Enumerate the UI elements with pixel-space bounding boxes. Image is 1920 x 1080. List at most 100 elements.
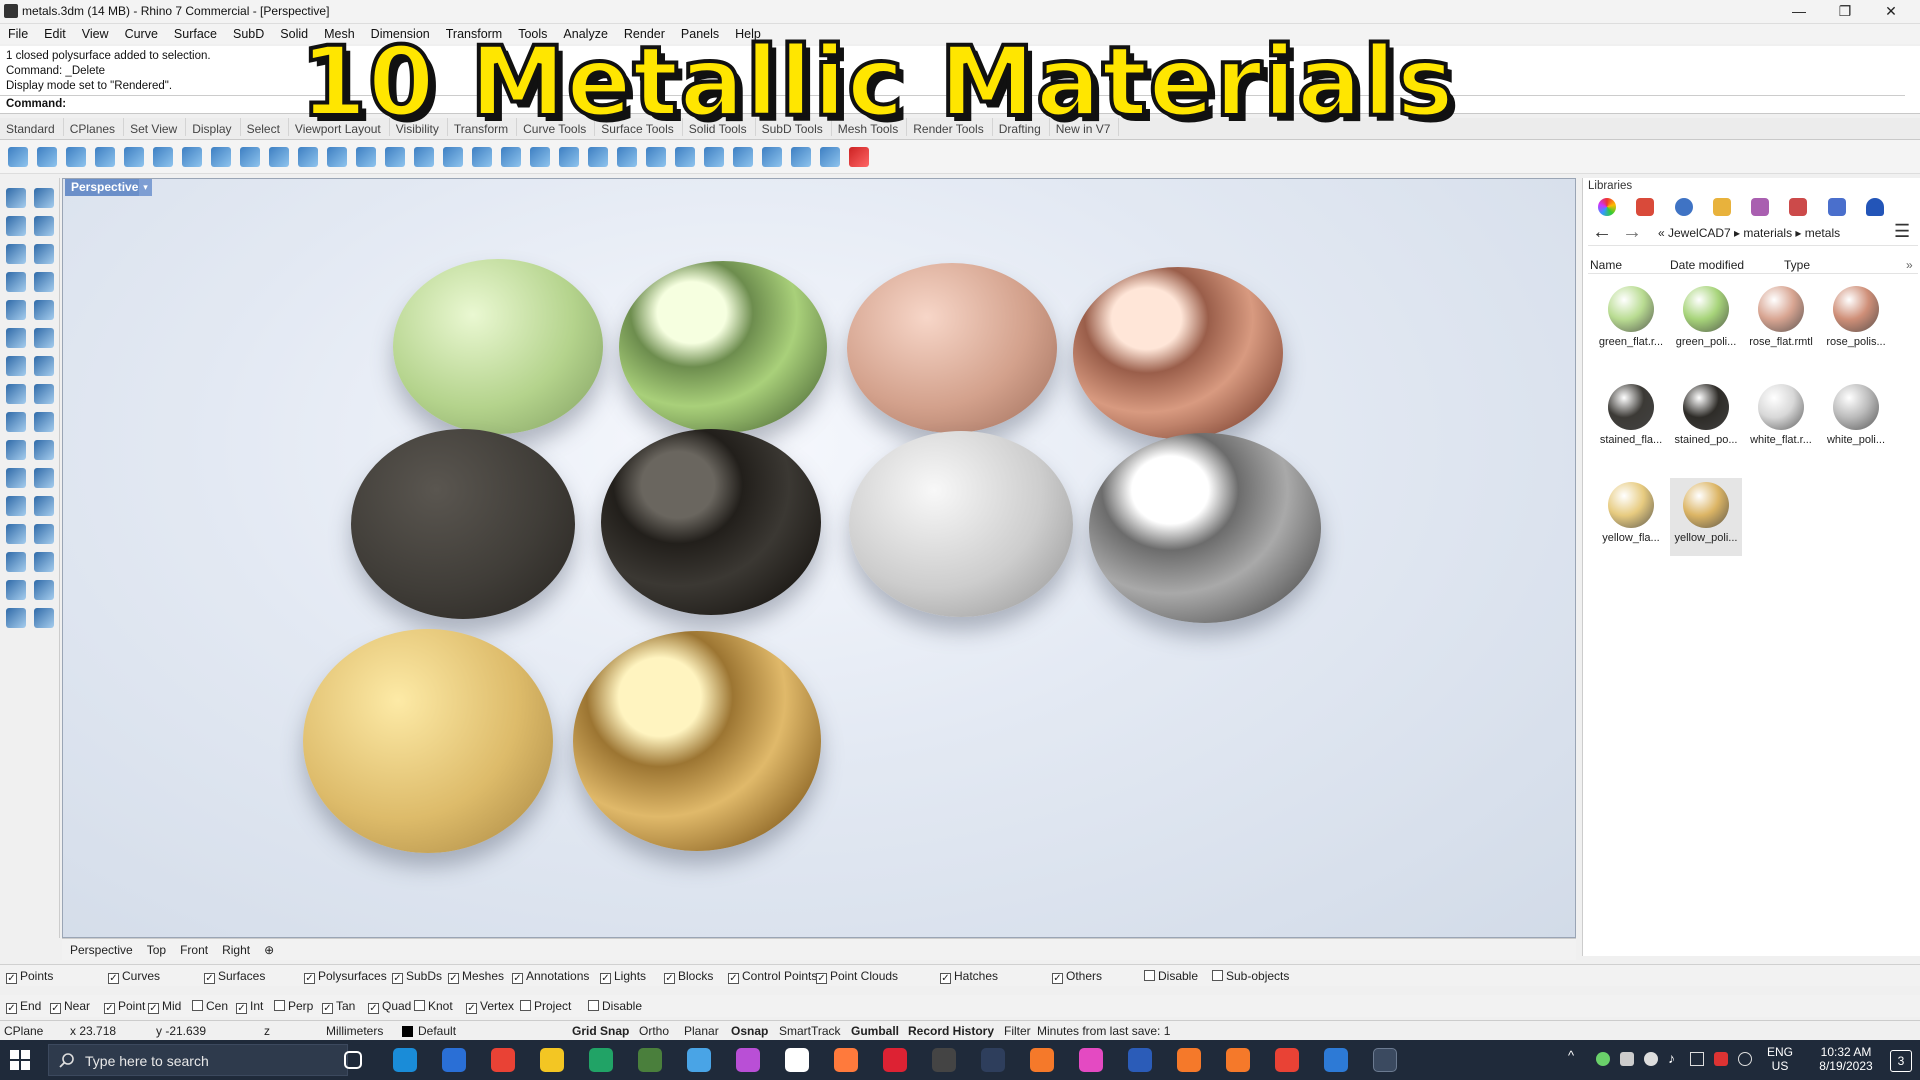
excel-icon[interactable]: [589, 1048, 613, 1072]
array-tool-icon[interactable]: [6, 552, 26, 572]
transform-icon[interactable]: [6, 440, 26, 460]
point-icon[interactable]: [34, 188, 54, 208]
boolean-icon[interactable]: [34, 412, 54, 432]
menu-file[interactable]: File: [0, 24, 36, 41]
plane-icon[interactable]: [211, 147, 231, 167]
material-thumbnail[interactable]: rose_polis...: [1820, 282, 1892, 360]
filter-checkbox[interactable]: ✓: [204, 973, 215, 984]
line-icon[interactable]: [472, 147, 492, 167]
filter-checkbox[interactable]: ✓: [392, 973, 403, 984]
osnap-project[interactable]: Project: [520, 999, 571, 1013]
sphere-white-polished[interactable]: [1089, 433, 1321, 623]
clock[interactable]: 10:32 AM 8/19/2023: [1806, 1045, 1886, 1073]
osnap-checkbox[interactable]: ✓: [148, 1003, 159, 1014]
polyline-icon[interactable]: [6, 216, 26, 236]
filter-polysurfaces[interactable]: ✓ Polysurfaces: [304, 969, 387, 984]
ortho-toggle[interactable]: Ortho: [639, 1024, 669, 1038]
tab-select[interactable]: Select: [241, 118, 289, 136]
osnap-checkbox[interactable]: [192, 1000, 203, 1011]
edit-icon[interactable]: [1789, 198, 1807, 216]
breadcrumb[interactable]: « JewelCAD7 ▸ materials ▸ metals: [1658, 226, 1840, 240]
filter-point-clouds[interactable]: ✓ Point Clouds: [816, 969, 898, 984]
filter-checkbox[interactable]: ✓: [108, 973, 119, 984]
sphere-rose-flat[interactable]: [847, 263, 1057, 433]
add-viewport-tab-icon[interactable]: ⊕: [256, 939, 280, 957]
rotate-icon[interactable]: [269, 147, 289, 167]
align-icon[interactable]: [34, 552, 54, 572]
column-date-modified[interactable]: Date modified: [1670, 258, 1744, 272]
scale-icon[interactable]: [298, 147, 318, 167]
chrome-icon[interactable]: [491, 1048, 515, 1072]
windows-start-icon[interactable]: [10, 1050, 30, 1070]
osnap-perp[interactable]: Perp: [274, 999, 313, 1013]
image-icon[interactable]: [1828, 198, 1846, 216]
osnap-checkbox[interactable]: ✓: [6, 1003, 17, 1014]
tray-red-icon[interactable]: [1714, 1052, 1728, 1066]
blender-icon[interactable]: [1226, 1048, 1250, 1072]
filter-points[interactable]: ✓ Points: [6, 969, 53, 984]
viewport-menu-dropdown[interactable]: ▾: [139, 179, 152, 196]
material-thumbnail[interactable]: rose_flat.rmtl: [1745, 282, 1817, 360]
blender-icon[interactable]: [1030, 1048, 1054, 1072]
material-thumbnail[interactable]: yellow_poli...: [1670, 478, 1742, 556]
box-icon[interactable]: [153, 147, 173, 167]
tab-display[interactable]: Display: [186, 118, 241, 136]
filter-checkbox[interactable]: ✓: [6, 973, 17, 984]
filter-blocks[interactable]: ✓ Blocks: [664, 969, 713, 984]
filter-checkbox[interactable]: ✓: [600, 973, 611, 984]
light-icon[interactable]: [34, 608, 54, 628]
taskbar-search-input[interactable]: Type here to search: [48, 1044, 348, 1076]
filter-checkbox[interactable]: ✓: [940, 973, 951, 984]
orient-icon[interactable]: [385, 147, 405, 167]
word-icon[interactable]: [1128, 1048, 1152, 1072]
menu-view[interactable]: View: [74, 24, 117, 41]
osnap-checkbox[interactable]: ✓: [236, 1003, 247, 1014]
text-icon[interactable]: [66, 147, 86, 167]
freeform-icon[interactable]: [34, 300, 54, 320]
material-thumbnail[interactable]: white_flat.r...: [1745, 380, 1817, 458]
surface-icon[interactable]: [6, 356, 26, 376]
chrome-icon[interactable]: [1275, 1048, 1299, 1072]
array-icon[interactable]: [356, 147, 376, 167]
filter-control-points[interactable]: ✓ Control Points: [728, 969, 817, 984]
material-thumbnail[interactable]: green_flat.r...: [1595, 282, 1667, 360]
cylinder-icon[interactable]: [6, 412, 26, 432]
filter-checkbox[interactable]: ✓: [304, 973, 315, 984]
ellipse-icon[interactable]: [34, 244, 54, 264]
circle-icon[interactable]: [6, 244, 26, 264]
gumball-icon[interactable]: [8, 147, 28, 167]
grid-icon[interactable]: [95, 147, 115, 167]
filter-checkbox[interactable]: [1212, 970, 1223, 981]
filter-curves[interactable]: ✓ Curves: [108, 969, 160, 984]
tray-app-icon[interactable]: [1596, 1052, 1610, 1066]
bell-icon[interactable]: [1866, 198, 1884, 216]
mirror-icon[interactable]: [327, 147, 347, 167]
perspective-viewport[interactable]: Perspective ▾: [62, 178, 1576, 938]
osnap-checkbox[interactable]: [588, 1000, 599, 1011]
analyze-icon[interactable]: [34, 440, 54, 460]
cloud-icon[interactable]: [1644, 1052, 1658, 1066]
move-icon[interactable]: [240, 147, 260, 167]
store-icon[interactable]: [442, 1048, 466, 1072]
arrow-icon[interactable]: [849, 147, 869, 167]
filter-checkbox[interactable]: ✓: [816, 973, 827, 984]
obs-icon[interactable]: [932, 1048, 956, 1072]
filter-lights[interactable]: ✓ Lights: [600, 969, 646, 984]
filter-checkbox[interactable]: ✓: [512, 973, 523, 984]
box-solid-icon[interactable]: [6, 384, 26, 404]
photos-icon[interactable]: [687, 1048, 711, 1072]
osnap-checkbox[interactable]: ✓: [322, 1003, 333, 1014]
cplane-label[interactable]: CPlane: [4, 1024, 43, 1038]
blend-icon[interactable]: [559, 147, 579, 167]
maximize-button[interactable]: ❐: [1822, 0, 1868, 24]
sphere-green-flat[interactable]: [393, 259, 603, 434]
hatch-icon[interactable]: [34, 496, 54, 516]
block-icon[interactable]: [6, 524, 26, 544]
osnap-cen[interactable]: Cen: [192, 999, 228, 1013]
filter-disable[interactable]: Disable: [1144, 969, 1198, 983]
tab-cplanes[interactable]: CPlanes: [64, 118, 125, 136]
group-tool-icon[interactable]: [34, 524, 54, 544]
check-icon[interactable]: [34, 580, 54, 600]
tab-set-view[interactable]: Set View: [124, 118, 187, 136]
hamburger-menu-icon[interactable]: ☰: [1894, 221, 1910, 242]
